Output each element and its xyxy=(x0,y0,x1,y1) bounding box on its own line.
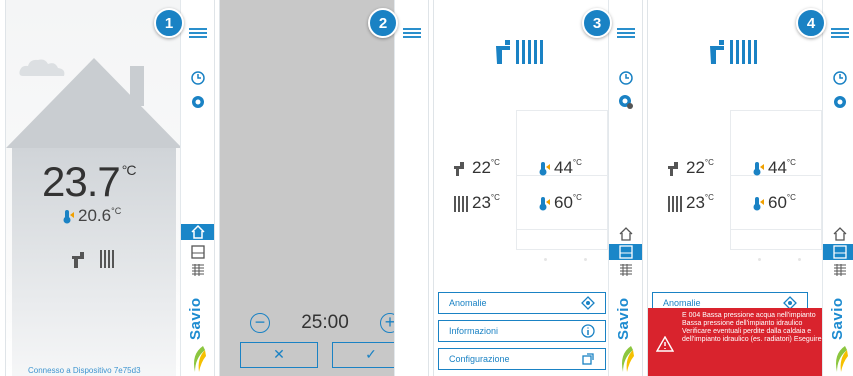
boiler-logo-icon xyxy=(496,40,543,64)
step-badge: 2 xyxy=(368,8,398,38)
anomalies-button[interactable]: Anomalie xyxy=(438,292,606,314)
heating-setpoint[interactable]: 60°C xyxy=(752,193,796,213)
radiator-settings-icon[interactable] xyxy=(618,262,634,278)
status-main: 22°C 23°C 44°C 60°C Anomalie Informazion… xyxy=(434,0,610,376)
boiler-temperature: 23.7 °C xyxy=(42,158,136,205)
tap-icon xyxy=(454,161,464,176)
clock-icon[interactable] xyxy=(832,70,848,86)
cancel-button[interactable]: ✕ xyxy=(240,342,318,368)
connection-status[interactable]: Connesso a Dispositivo 7e75d3 xyxy=(28,366,141,375)
step-badge: 3 xyxy=(582,8,612,38)
heating-temperature: 23°C xyxy=(668,193,714,213)
save-icon[interactable] xyxy=(832,244,848,260)
home-icon[interactable] xyxy=(832,226,848,242)
radiator-settings-icon[interactable] xyxy=(832,262,848,278)
menu-icon[interactable] xyxy=(617,28,635,38)
save-icon[interactable] xyxy=(618,244,634,260)
tap-icon xyxy=(72,252,84,268)
side-rail: Savio xyxy=(180,0,214,376)
diamond-icon xyxy=(581,296,595,310)
badge-icon[interactable] xyxy=(618,94,634,110)
minus-button[interactable]: − xyxy=(250,313,270,333)
warning-icon xyxy=(656,336,674,352)
screen-alarm: 22°C 23°C 44°C 60°C Anomalie E 004 Bassa… xyxy=(647,0,853,376)
boiler-logo-icon xyxy=(710,40,757,64)
configuration-button[interactable]: Configurazione xyxy=(438,348,606,370)
savio-logo: Savio xyxy=(829,297,846,340)
radiator-icon xyxy=(454,195,468,212)
radiator-icon xyxy=(100,250,114,268)
config-icon xyxy=(582,353,594,365)
information-button[interactable]: Informazioni xyxy=(438,320,606,342)
menu-icon[interactable] xyxy=(189,28,207,38)
thermometer-icon xyxy=(539,196,550,211)
home-main: 23.7 °C 20.6°C Connesso a Dispositivo 7e7… xyxy=(6,0,182,376)
screen-home: 23.7 °C 20.6°C Connesso a Dispositivo 7e7… xyxy=(5,0,215,376)
badge-icon[interactable] xyxy=(190,94,206,110)
tap-setpoint[interactable]: 44°C xyxy=(538,158,582,178)
alarm-message: E 004 Bassa pressione acqua nell'impiant… xyxy=(682,312,822,343)
thermometer-icon xyxy=(753,196,764,211)
thermometer-icon xyxy=(63,209,74,224)
side-rail: Savio xyxy=(822,0,853,376)
side-rail xyxy=(394,0,428,376)
info-icon xyxy=(581,324,595,338)
alarm-banner[interactable]: E 004 Bassa pressione acqua nell'impiant… xyxy=(648,308,824,376)
heating-setpoint[interactable]: 60°C xyxy=(538,193,582,213)
tap-icon xyxy=(668,161,678,176)
home-icon[interactable] xyxy=(618,226,634,242)
radiator-settings-icon[interactable] xyxy=(190,262,206,278)
menu-icon[interactable] xyxy=(403,28,421,38)
tap-temperature: 22°C xyxy=(668,158,714,178)
room-temperature: 20.6°C xyxy=(62,206,121,226)
screen-timer: − 25:00 + ✕ ✓ 2 xyxy=(219,0,429,376)
step-badge: 1 xyxy=(154,8,184,38)
savio-swoosh-icon xyxy=(622,346,634,372)
thermometer-icon xyxy=(753,161,764,176)
status-grid xyxy=(730,110,822,250)
alarm-main: 22°C 23°C 44°C 60°C Anomalie E 004 Bassa… xyxy=(648,0,824,376)
savio-logo: Savio xyxy=(187,297,204,340)
home-icon[interactable] xyxy=(190,224,206,240)
save-icon[interactable] xyxy=(190,244,206,260)
timer-value: 25:00 xyxy=(301,312,349,333)
heating-temperature: 23°C xyxy=(454,193,500,213)
menu-icon[interactable] xyxy=(831,28,849,38)
savio-logo: Savio xyxy=(615,297,632,340)
status-grid xyxy=(516,110,608,250)
side-rail: Savio xyxy=(608,0,642,376)
radiator-icon xyxy=(668,195,682,212)
thermometer-icon xyxy=(539,161,550,176)
tap-temperature: 22°C xyxy=(454,158,500,178)
clock-icon[interactable] xyxy=(618,70,634,86)
timer-stepper: − 25:00 + xyxy=(250,312,396,334)
savio-swoosh-icon xyxy=(836,346,848,372)
savio-swoosh-icon xyxy=(194,346,206,372)
screen-status: 22°C 23°C 44°C 60°C Anomalie Informazion… xyxy=(433,0,643,376)
tap-setpoint[interactable]: 44°C xyxy=(752,158,796,178)
step-badge: 4 xyxy=(796,8,826,38)
timer-main: − 25:00 + ✕ ✓ xyxy=(220,0,396,376)
badge-icon[interactable] xyxy=(832,94,848,110)
confirm-button[interactable]: ✓ xyxy=(332,342,396,368)
clock-icon[interactable] xyxy=(190,70,206,86)
